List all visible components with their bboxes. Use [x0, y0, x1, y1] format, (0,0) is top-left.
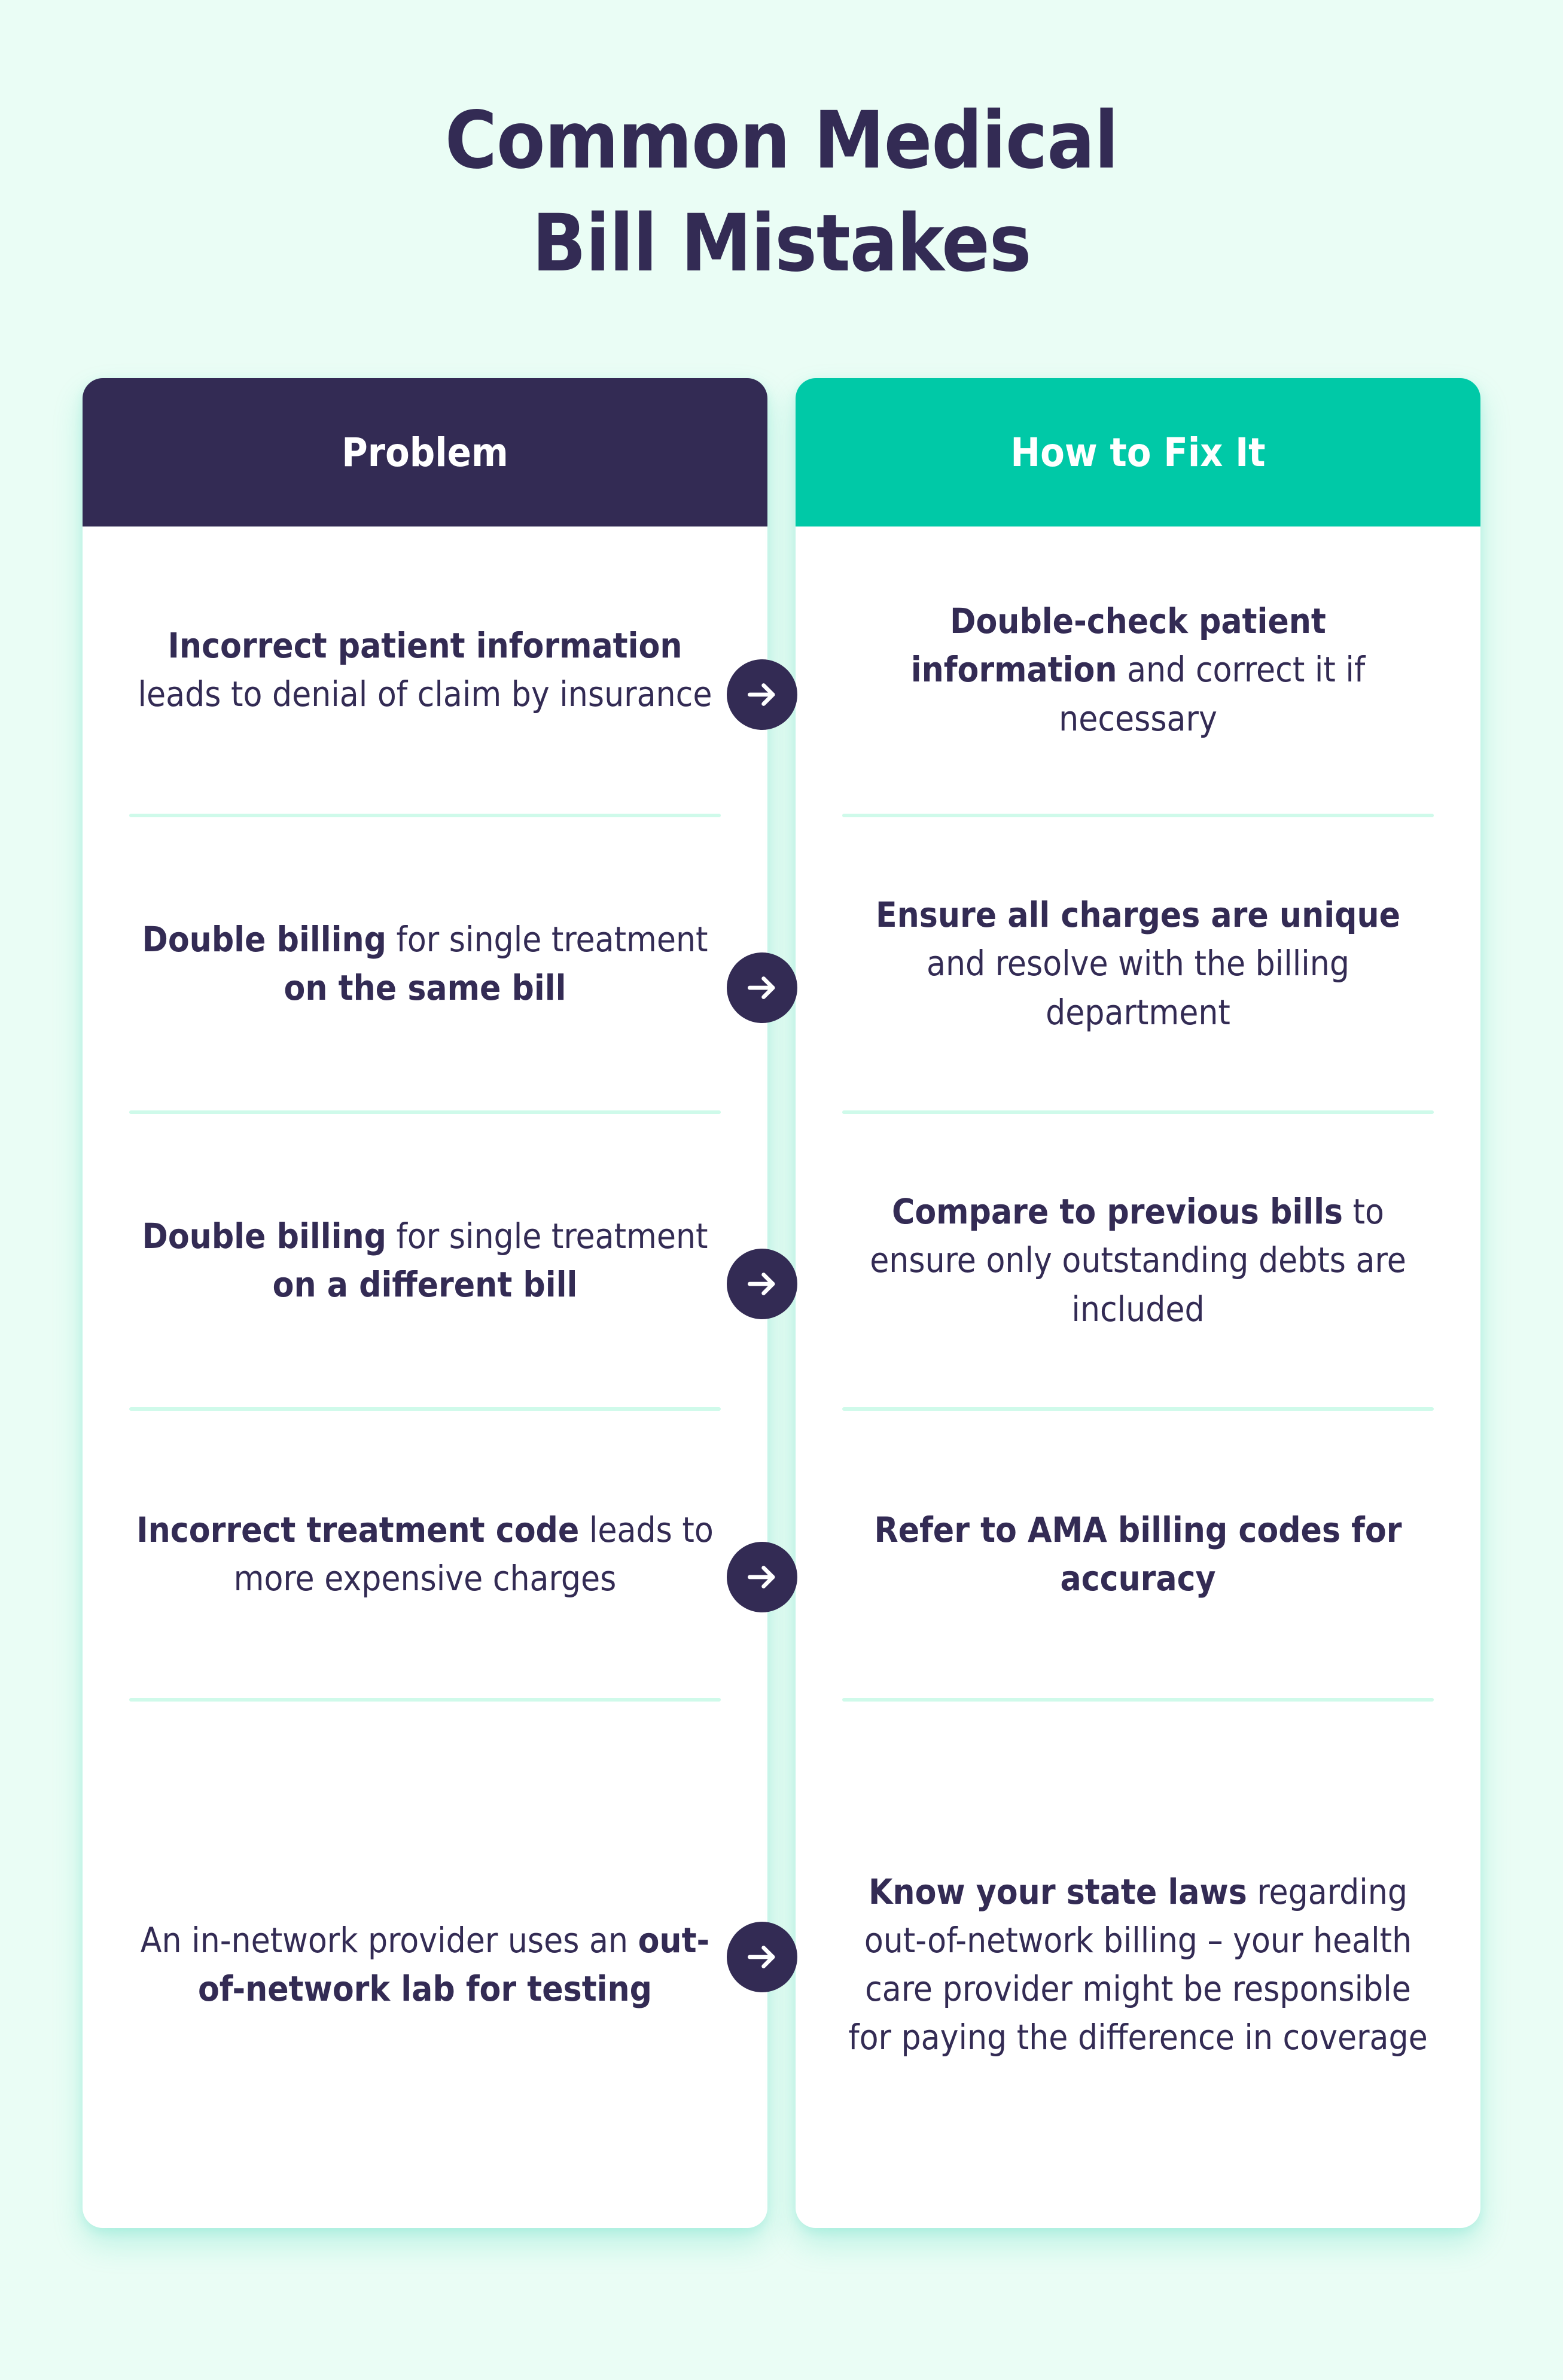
fix-column-header: How to Fix It — [796, 378, 1480, 526]
problem-card-body: Incorrect patient information leads to d… — [83, 526, 767, 2228]
problem-card: Problem Incorrect patient information le… — [83, 378, 767, 2228]
arrow-right-icon — [727, 1922, 797, 1992]
fix-text-5: Know your state laws regarding out-of-ne… — [848, 1871, 1428, 2058]
table-row: Refer to AMA billing codes for accuracy — [796, 1411, 1480, 1698]
table-row: Double billing for single treatment on a… — [83, 1114, 767, 1407]
arrow-right-icon — [727, 952, 797, 1023]
table-row: Double-check patient information and cor… — [796, 526, 1480, 814]
problem-text-2: Double billing for single treatment on t… — [142, 918, 708, 1008]
table-row: Compare to previous bills to ensure only… — [796, 1114, 1480, 1407]
title-line-2: Bill Mistakes — [532, 197, 1032, 290]
arrow-right-icon — [727, 659, 797, 730]
fix-text-2: Ensure all charges are unique and resolv… — [875, 894, 1401, 1033]
fix-text-1: Double-check patient information and cor… — [910, 601, 1366, 739]
table-row: Incorrect patient information leads to d… — [83, 526, 767, 814]
infographic-page: Common Medical Bill Mistakes Problem Inc… — [0, 0, 1563, 2380]
table-row: Double billing for single treatment on t… — [83, 817, 767, 1110]
fix-text-3: Compare to previous bills to ensure only… — [870, 1191, 1406, 1329]
problem-header-label: Problem — [342, 429, 508, 476]
arrow-right-icon — [727, 1249, 797, 1319]
table-row: An in-network provider uses an out-of-ne… — [83, 1702, 767, 2228]
fix-card: How to Fix It Double-check patient infor… — [796, 378, 1480, 2228]
problem-text-5: An in-network provider uses an out-of-ne… — [140, 1919, 710, 2009]
table-row: Ensure all charges are unique and resolv… — [796, 817, 1480, 1110]
fix-header-label: How to Fix It — [1010, 429, 1266, 476]
problem-text-4: Incorrect treatment code leads to more e… — [136, 1509, 714, 1599]
title-line-1: Common Medical — [444, 95, 1119, 187]
table-row: Know your state laws regarding out-of-ne… — [796, 1702, 1480, 2228]
fix-text-4: Refer to AMA billing codes for accuracy — [874, 1509, 1402, 1599]
table-row: Incorrect treatment code leads to more e… — [83, 1411, 767, 1698]
fix-card-body: Double-check patient information and cor… — [796, 526, 1480, 2228]
problem-text-1: Incorrect patient information leads to d… — [138, 625, 712, 714]
problem-text-3: Double billing for single treatment on a… — [142, 1215, 708, 1305]
arrow-right-icon — [727, 1542, 797, 1612]
problem-column-header: Problem — [83, 378, 767, 526]
page-title: Common Medical Bill Mistakes — [0, 90, 1563, 295]
